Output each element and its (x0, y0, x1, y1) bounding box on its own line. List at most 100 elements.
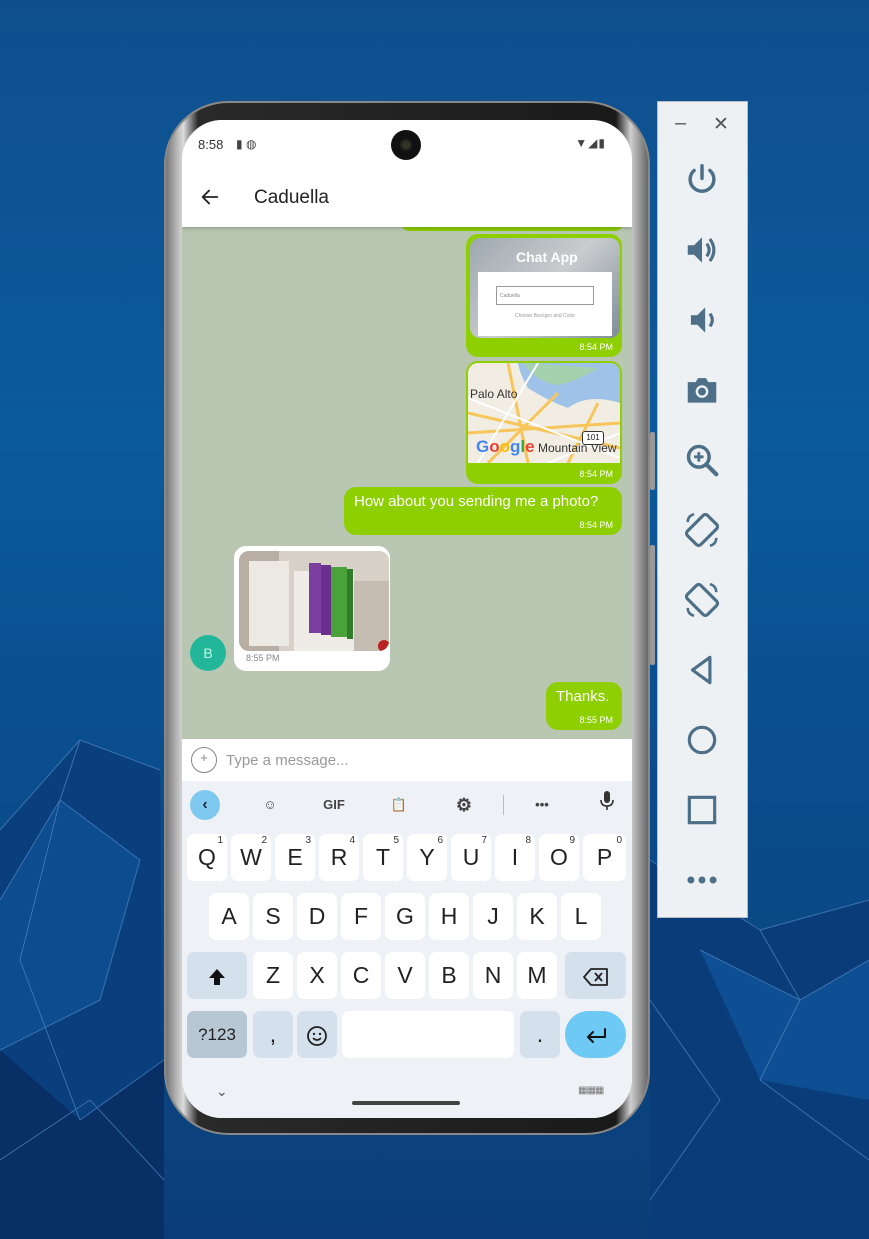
key-u[interactable]: U7 (451, 834, 491, 881)
message-input[interactable] (226, 748, 606, 772)
key-t[interactable]: T5 (363, 834, 403, 881)
overview-icon[interactable] (680, 788, 724, 832)
map-thumbnail: Palo Alto Mountain View 101 Google (468, 363, 620, 463)
gesture-handle[interactable] (352, 1101, 460, 1105)
screenshot-hint: Choose Backgro and Color (514, 313, 576, 319)
rotate-right-icon[interactable] (680, 578, 724, 622)
key-hint: 0 (616, 835, 622, 846)
volume-up-icon[interactable] (680, 228, 724, 272)
period-key[interactable]: . (520, 1011, 560, 1058)
enter-key[interactable] (565, 1011, 626, 1058)
key-label: U (462, 844, 480, 870)
emoji-icon (307, 1026, 327, 1046)
key-d[interactable]: D (297, 893, 337, 940)
space-key[interactable] (342, 1011, 514, 1058)
emoji-key[interactable] (297, 1011, 337, 1058)
symbols-key[interactable]: ?123 (187, 1011, 247, 1058)
key-p[interactable]: P0 (583, 834, 626, 881)
key-j[interactable]: J (473, 893, 513, 940)
phone-screen: 8:58 ▮ ◍ ▼◢▮ Caduella Chat App Caduella … (182, 120, 632, 1118)
key-b[interactable]: B (429, 952, 469, 999)
chat-app-screenshot: Chat App Caduella Choose Backgro and Col… (470, 238, 620, 338)
shift-key[interactable] (187, 952, 247, 999)
key-l[interactable]: L (561, 893, 601, 940)
message-text-out[interactable]: Thanks. 8:55 PM (546, 682, 622, 730)
home-icon[interactable] (680, 718, 724, 762)
key-label: W (240, 844, 262, 870)
key-r[interactable]: R4 (319, 834, 359, 881)
message-time: 8:54 PM (579, 342, 613, 352)
more-icon[interactable]: ••• (527, 791, 557, 819)
gear-icon[interactable]: ⚙ (449, 791, 479, 819)
backspace-key[interactable] (565, 952, 626, 999)
message-image-in[interactable]: 8:55 PM (234, 546, 390, 671)
key-c[interactable]: C (341, 952, 381, 999)
enter-icon (586, 1027, 606, 1043)
key-hint: 6 (437, 835, 443, 846)
key-label: R (330, 844, 348, 870)
microphone-icon[interactable] (592, 791, 622, 819)
key-hint: 9 (569, 835, 575, 846)
key-h[interactable]: H (429, 893, 469, 940)
toolbar-divider (503, 795, 504, 815)
key-z[interactable]: Z (253, 952, 293, 999)
avatar[interactable]: B (190, 635, 226, 671)
rotate-left-icon[interactable] (680, 508, 724, 552)
keyboard-switch-icon[interactable]: ▦▦▦ (578, 1085, 604, 1096)
volume-down-icon[interactable] (680, 298, 724, 342)
front-camera (391, 130, 421, 160)
message-image-out[interactable]: Chat App Caduella Choose Backgro and Col… (466, 234, 622, 357)
key-x[interactable]: X (297, 952, 337, 999)
clipboard-icon[interactable]: 📋 (384, 791, 414, 819)
key-a[interactable]: A (209, 893, 249, 940)
power-icon[interactable] (680, 158, 724, 202)
comma-key[interactable]: , (253, 1011, 293, 1058)
key-label: E (287, 844, 303, 870)
key-k[interactable]: K (517, 893, 557, 940)
minimize-icon[interactable]: – (675, 112, 686, 135)
panel-titlebar: – ✕ (658, 102, 747, 146)
chat-title: Caduella (254, 187, 329, 208)
nav-bar: ⌄ ▦▦▦ (182, 1077, 632, 1118)
close-icon[interactable]: ✕ (713, 113, 729, 136)
key-hint: 1 (217, 835, 223, 846)
key-label: T (375, 844, 391, 870)
more-icon[interactable] (680, 858, 724, 902)
key-w[interactable]: W2 (231, 834, 271, 881)
status-time: 8:58 (198, 137, 224, 152)
soft-keyboard: ‹ ☺ GIF 📋 ⚙ ••• Q1 W2 E3 R4 T5 Y6 U7 I8 … (182, 781, 632, 1118)
message-input-bar: + (182, 739, 632, 781)
message-text: Thanks. (556, 688, 610, 705)
message-text-out[interactable]: How about you sending me a photo? 8:54 P… (344, 487, 622, 535)
gif-button[interactable]: GIF (319, 791, 349, 819)
key-y[interactable]: Y6 (407, 834, 447, 881)
chat-messages[interactable]: Chat App Caduella Choose Backgro and Col… (182, 227, 632, 739)
back-icon[interactable] (680, 648, 724, 692)
app-bar: Caduella (182, 170, 632, 227)
key-label: Y (419, 844, 435, 870)
screenshot-card: Caduella Choose Backgro and Color (478, 272, 612, 336)
key-e[interactable]: E3 (275, 834, 315, 881)
key-q[interactable]: Q1 (187, 834, 227, 881)
key-hint: 2 (261, 835, 267, 846)
key-g[interactable]: G (385, 893, 425, 940)
key-f[interactable]: F (341, 893, 381, 940)
key-m[interactable]: M (517, 952, 557, 999)
phone-side-button (650, 432, 655, 490)
chevron-down-icon[interactable]: ⌄ (216, 1083, 228, 1100)
camera-icon[interactable] (680, 368, 724, 412)
add-attachment-icon[interactable]: + (191, 747, 217, 773)
key-o[interactable]: O9 (539, 834, 579, 881)
chevron-left-icon[interactable]: ‹ (190, 790, 220, 820)
zoom-icon[interactable] (680, 438, 724, 482)
message-map-out[interactable]: Palo Alto Mountain View 101 Google 8:54 … (466, 361, 622, 484)
key-v[interactable]: V (385, 952, 425, 999)
screenshot-field: Caduella (496, 286, 594, 305)
screenshot-title: Chat App (516, 249, 578, 265)
key-i[interactable]: I8 (495, 834, 535, 881)
back-arrow-icon[interactable] (199, 186, 221, 208)
photo-thumbnail (239, 551, 389, 651)
key-s[interactable]: S (253, 893, 293, 940)
sticker-icon[interactable]: ☺ (255, 791, 285, 819)
key-n[interactable]: N (473, 952, 513, 999)
